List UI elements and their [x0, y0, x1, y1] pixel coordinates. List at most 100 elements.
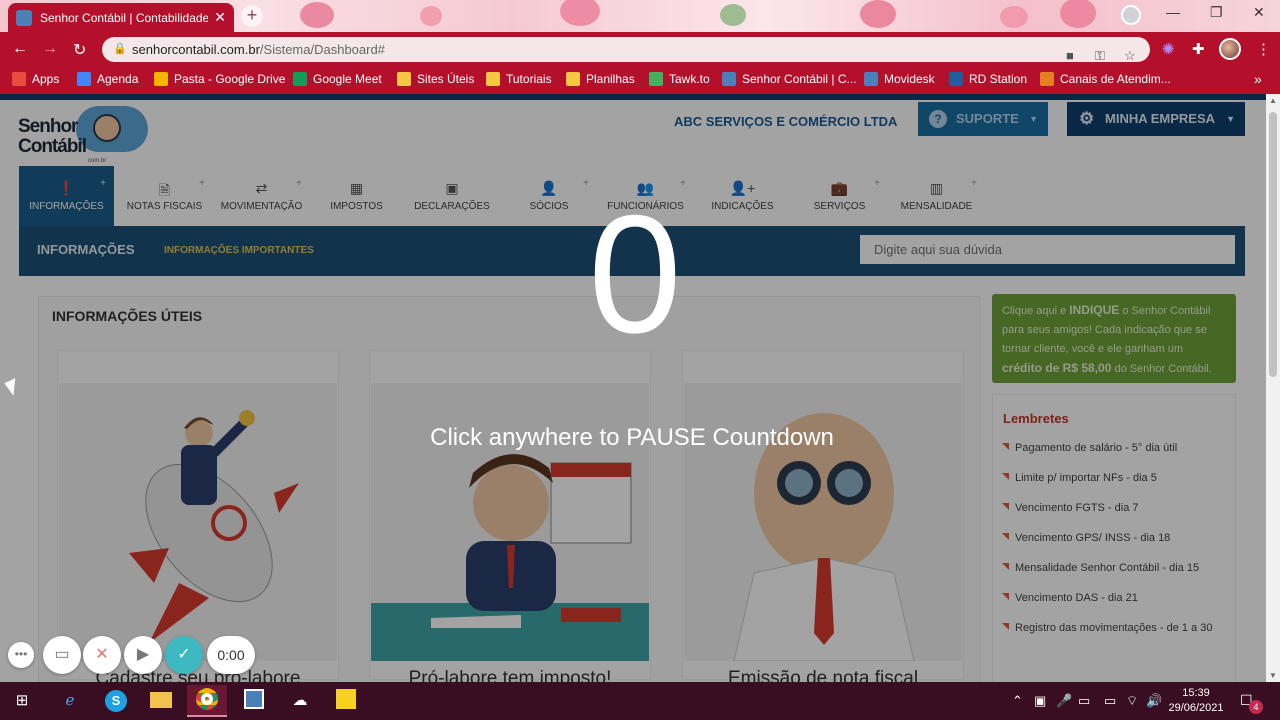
skype-icon: S: [105, 690, 127, 712]
tray-device-icon[interactable]: ▣: [1034, 693, 1046, 709]
address-bar[interactable]: 🔒 senhorcontabil.com.br/Sistema/Dashboar…: [102, 37, 1150, 63]
minimize-button[interactable]: —: [1166, 4, 1180, 20]
camera-icon: ▭: [54, 646, 70, 663]
back-button[interactable]: ←: [12, 40, 28, 58]
movidesk-icon: [864, 72, 878, 86]
drive-icon: [154, 72, 168, 86]
taskbar-internet-explorer[interactable]: ℯ: [50, 685, 90, 717]
recording-timer: 0:00: [207, 636, 255, 674]
camera-icon[interactable]: ■: [1066, 43, 1074, 68]
scrollbar-thumb[interactable]: [1269, 112, 1277, 377]
meet-icon: [293, 72, 307, 86]
toggle-camera-button[interactable]: ▭: [43, 636, 81, 674]
internet-explorer-icon: ℯ: [65, 692, 75, 709]
bookmark-apps[interactable]: Apps: [12, 72, 59, 86]
camera-tray-icon[interactable]: ▭: [1078, 693, 1090, 709]
browser-tab[interactable]: Senhor Contábil | Contabilidade O ✕: [8, 3, 234, 32]
folder-icon: [397, 72, 411, 86]
bookmark-canais[interactable]: Canais de Atendim...: [1040, 72, 1171, 86]
decorative-flower: [1000, 6, 1028, 28]
restore-button[interactable]: ❐: [1210, 4, 1223, 21]
bookmark-label: Apps: [32, 72, 60, 86]
key-icon[interactable]: ⚿: [1095, 43, 1105, 68]
new-tab-button[interactable]: +: [241, 5, 263, 27]
check-icon: ✓: [177, 646, 191, 663]
decorative-flower: [860, 0, 896, 28]
channels-icon: [1040, 72, 1054, 86]
tray-expand-icon[interactable]: ⌃: [1012, 693, 1023, 709]
microphone-icon[interactable]: 🎤: [1056, 693, 1072, 709]
rd-station-icon: [949, 72, 963, 86]
close-window-button[interactable]: ✕: [1253, 4, 1265, 21]
bookmark-drive[interactable]: Pasta - Google Drive: [154, 72, 285, 86]
ellipsis-icon: •••: [14, 647, 28, 661]
system-clock[interactable]: 15:39 29/06/2021: [1168, 686, 1224, 716]
reload-button[interactable]: ↻: [73, 40, 86, 60]
bookmark-label: Google Meet: [313, 72, 382, 86]
folder-icon: [486, 72, 500, 86]
bookmark-meet[interactable]: Google Meet: [293, 72, 382, 86]
finish-recording-button[interactable]: ✓: [165, 636, 203, 674]
scroll-up-icon[interactable]: ▲: [1269, 96, 1277, 105]
countdown-number: 0: [588, 180, 682, 368]
sticky-notes-icon: [336, 689, 356, 709]
bookmark-label: RD Station: [969, 72, 1028, 86]
bookmark-tutoriais[interactable]: Tutoriais: [486, 72, 552, 86]
chrome-menu-icon[interactable]: ⋮: [1256, 40, 1271, 58]
bookmark-label: Agenda: [97, 72, 139, 86]
scroll-down-icon[interactable]: ▼: [1269, 671, 1277, 680]
play-pause-button[interactable]: ▶: [124, 636, 162, 674]
decorative-flower: [720, 4, 746, 26]
taskbar-chrome[interactable]: [187, 685, 227, 717]
battery-icon[interactable]: ▭: [1104, 693, 1116, 709]
tab-close-icon[interactable]: ✕: [214, 9, 226, 26]
bookmark-sites-uteis[interactable]: Sites Úteis: [397, 72, 474, 86]
extensions-puzzle-icon[interactable]: ✚: [1192, 40, 1205, 58]
taskbar-file-explorer[interactable]: [141, 685, 181, 717]
more-options-button[interactable]: •••: [8, 642, 34, 668]
bookmark-senhor-contabil[interactable]: Senhor Contábil | C...: [722, 72, 857, 86]
lock-icon: 🔒: [113, 43, 127, 55]
notification-count-badge: 4: [1249, 700, 1263, 714]
taskbar-app-cloud[interactable]: ☁: [280, 685, 320, 717]
taskbar-app-senhor-contabil[interactable]: [234, 685, 274, 717]
bookmark-tawk[interactable]: Tawk.to: [649, 72, 710, 86]
calendar-icon: [77, 72, 91, 86]
extension-icon[interactable]: ✺: [1162, 40, 1175, 58]
bookmark-label: Pasta - Google Drive: [174, 72, 286, 86]
bookmark-label: Tutoriais: [506, 72, 552, 86]
browser-titlebar: Senhor Contábil | Contabilidade O ✕ + — …: [0, 0, 1280, 32]
decorative-flower: [300, 2, 334, 28]
bookmarks-more-icon[interactable]: »: [1254, 71, 1262, 87]
bookmark-movidesk[interactable]: Movidesk: [864, 72, 935, 86]
taskbar-sticky-notes[interactable]: [326, 685, 366, 717]
folder-icon: [566, 72, 580, 86]
page-scrollbar[interactable]: ▲ ▼: [1266, 94, 1280, 682]
wifi-icon[interactable]: ⌔: [1126, 693, 1138, 709]
taskbar-skype[interactable]: S: [96, 685, 136, 717]
profile-avatar[interactable]: [1219, 38, 1241, 60]
url-path: /Sistema/Dashboard#: [259, 42, 385, 57]
bookmark-label: Movidesk: [884, 72, 935, 86]
bookmark-star-icon[interactable]: ☆: [1124, 43, 1136, 68]
chrome-icon: [196, 688, 218, 710]
cancel-recording-button[interactable]: ✕: [83, 636, 121, 674]
bookmark-agenda[interactable]: Agenda: [77, 72, 138, 86]
site-favicon-icon: [244, 689, 264, 709]
notification-center-icon[interactable]: ☐ 4: [1240, 692, 1263, 714]
folder-icon: [150, 692, 172, 708]
volume-icon[interactable]: 🔊: [1146, 693, 1162, 709]
bookmark-planilhas[interactable]: Planilhas: [566, 72, 635, 86]
start-button[interactable]: ⊞: [2, 685, 42, 717]
bookmark-rd-station[interactable]: RD Station: [949, 72, 1027, 86]
bookmark-label: Tawk.to: [669, 72, 710, 86]
bookmarks-bar: Apps Agenda Pasta - Google Drive Google …: [0, 66, 1280, 94]
apps-grid-icon: [12, 72, 26, 86]
clock-time: 15:39: [1182, 687, 1210, 699]
forward-button[interactable]: →: [42, 40, 58, 58]
play-icon: ▶: [136, 646, 150, 663]
tawk-icon: [649, 72, 663, 86]
bookmark-label: Senhor Contábil | C...: [742, 72, 857, 86]
profile-menu-icon[interactable]: [1121, 5, 1141, 25]
decorative-flower: [560, 0, 600, 26]
